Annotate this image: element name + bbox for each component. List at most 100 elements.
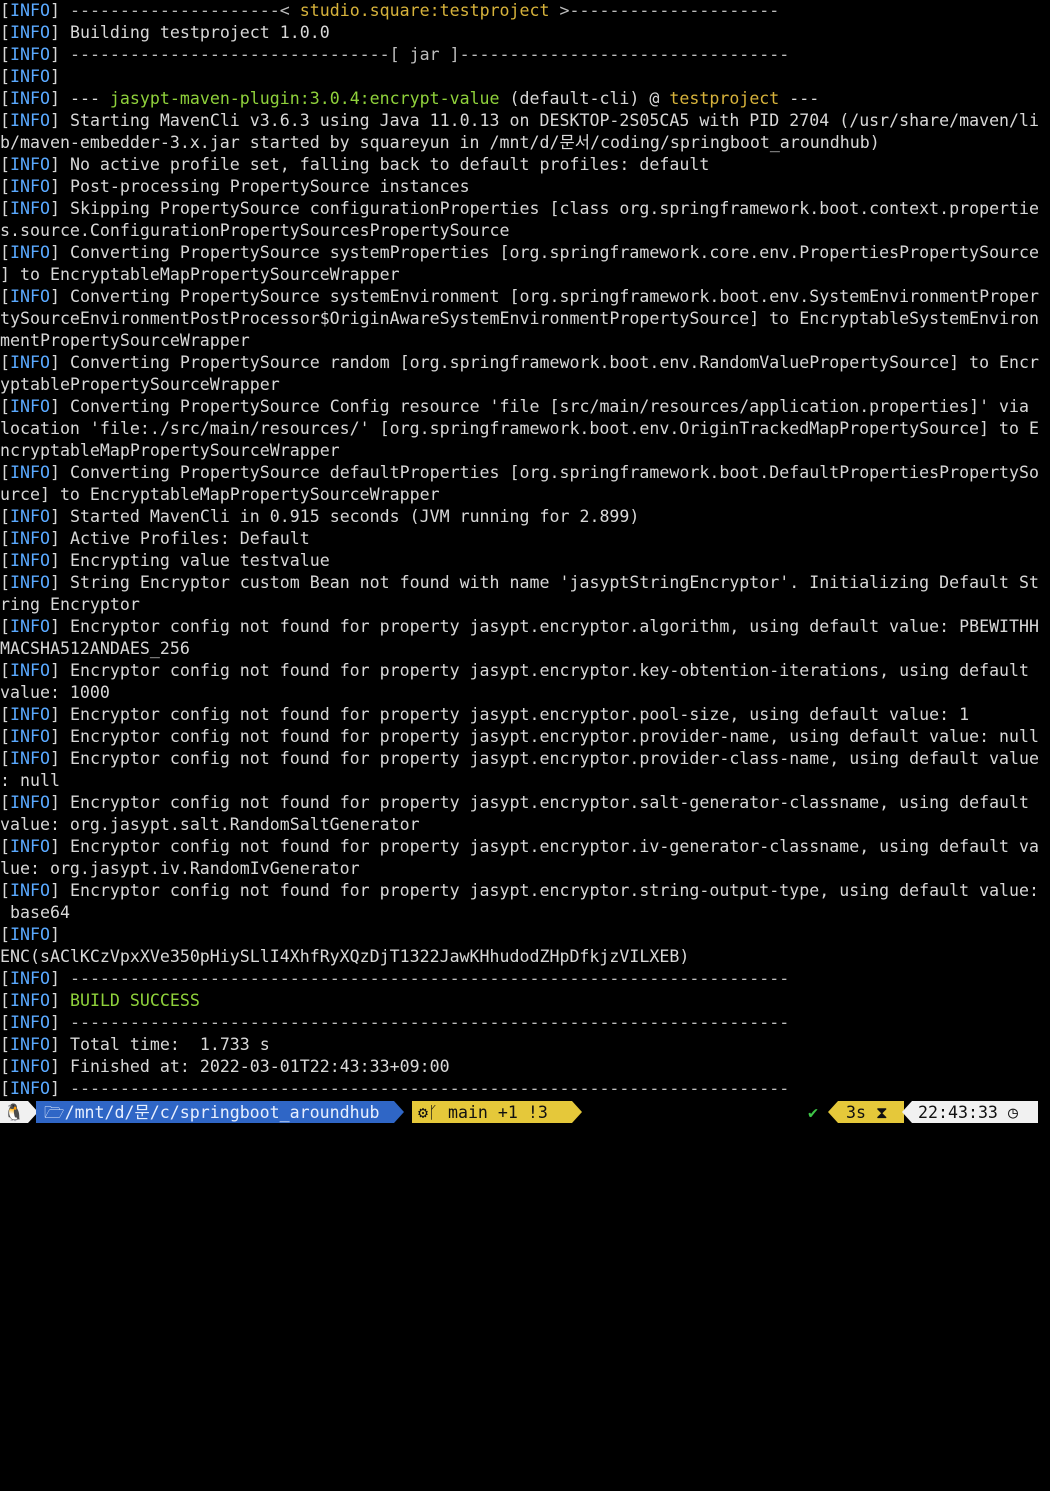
log-text: Active Profiles: Default [59,529,310,548]
log-level-info: [INFO] [0,397,60,416]
log-level-info: [INFO] [0,925,60,944]
log-level-info: [INFO] [0,1013,60,1032]
log-level-info: [INFO] [0,353,60,372]
terminal-line: [INFO] ---------------------------------… [0,1012,1050,1034]
terminal-line: [INFO] Encryptor config not found for pr… [0,660,1050,682]
log-level-info: [INFO] [0,551,60,570]
log-text: ncryptableMapPropertySourceWrapper [0,441,340,460]
log-text: ] to EncryptableMapPropertySourceWrapper [0,265,400,284]
log-text: BUILD SUCCESS [69,991,200,1010]
terminal-line: MACSHA512ANDAES_256 [0,638,1050,660]
log-level-info: [INFO] [0,89,60,108]
terminal-line: [INFO] Converting PropertySource default… [0,462,1050,484]
folder-icon: 🗁 [44,1102,65,1122]
terminal-line: ENC(sAClKCzVpxXVe350pHiySLlI4XhfRyXQzDjT… [0,946,1050,968]
log-level-info: [INFO] [0,837,60,856]
terminal-line: [INFO] Encryptor config not found for pr… [0,616,1050,638]
log-level-info: [INFO] [0,111,60,130]
log-text: Finished at: 2022-03-01T22:43:33+09:00 [59,1057,450,1076]
log-text: (default-cli) @ [499,89,670,108]
terminal-line: base64 [0,902,1050,924]
log-text: Encryptor config not found for property … [59,793,1030,812]
log-level-info: [INFO] [0,507,60,526]
terminal-line: [INFO] Finished at: 2022-03-01T22:43:33+… [0,1056,1050,1078]
log-text: Converting PropertySource systemProperti… [59,243,1040,262]
log-text: base64 [0,903,70,922]
git-branch-status: main +1 !3 [437,1102,548,1122]
terminal-line: mentPropertySourceWrapper [0,330,1050,352]
log-text: Encryptor config not found for property … [59,881,1040,900]
terminal-line: tySourceEnvironmentPostProcessor$OriginA… [0,308,1050,330]
terminal-line: b/maven-embedder-3.x.jar started by squa… [0,132,1050,154]
terminal-line: [INFO] Converting PropertySource systemP… [0,242,1050,264]
current-time: 22:43:33 ◷ [912,1101,1038,1123]
log-text: s.source.ConfigurationPropertySourcesPro… [0,221,510,240]
terminal-line: [INFO] Active Profiles: Default [0,528,1050,550]
separator-arrow-icon [828,1101,838,1123]
terminal-line: ] to EncryptableMapPropertySourceWrapper [0,264,1050,286]
terminal-line: [INFO] Started MavenCli in 0.915 seconds… [0,506,1050,528]
terminal-output[interactable]: [INFO] ---------------------< studio.squ… [0,0,1050,1100]
log-text: String Encryptor custom Bean not found w… [59,573,1040,592]
log-text: Encryptor config not found for property … [59,837,1040,856]
log-level-info: [INFO] [0,991,60,1010]
log-text: --- [59,89,110,108]
terminal-line: [INFO] [0,66,1050,88]
log-level-info: [INFO] [0,463,60,482]
log-text: Converting PropertySource random [org.sp… [59,353,1040,372]
log-level-info: [INFO] [0,243,60,262]
terminal-line: [INFO] Encryptor config not found for pr… [0,748,1050,770]
log-text: Post-processing PropertySource instances [59,177,470,196]
current-directory: 🗁 /mnt/d/문/c/springboot_aroundhub [36,1101,394,1123]
log-level-info: [INFO] [0,23,60,42]
terminal-line: urce] to EncryptableMapPropertySourceWra… [0,484,1050,506]
log-level-info: [INFO] [0,155,60,174]
terminal-line: [INFO] Converting PropertySource random … [0,352,1050,374]
terminal-line: [INFO] Encryptor config not found for pr… [0,880,1050,902]
terminal-line: ring Encryptor [0,594,1050,616]
log-level-info: [INFO] [0,1079,60,1098]
terminal-line: [INFO] Encrypting value testvalue [0,550,1050,572]
success-check-icon: ✔ [808,1102,818,1122]
terminal-line: [INFO] BUILD SUCCESS [0,990,1050,1012]
log-level-info: [INFO] [0,793,60,812]
terminal-line: yptablePropertySourceWrapper [0,374,1050,396]
log-text: urce] to EncryptableMapPropertySourceWra… [0,485,440,504]
log-text: --- [779,89,820,108]
log-text: Started MavenCli in 0.915 seconds (JVM r… [59,507,640,526]
log-level-info: [INFO] [0,67,60,86]
log-text: value: org.jasypt.salt.RandomSaltGenerat… [0,815,420,834]
git-branch-icon: ᚴ [428,1102,438,1122]
log-level-info: [INFO] [0,287,60,306]
log-text: b/maven-embedder-3.x.jar started by squa… [0,133,880,152]
log-text: lue: org.jasypt.iv.RandomIvGenerator [0,859,360,878]
git-repo-icon: ⚙ [418,1102,428,1122]
log-text: Starting MavenCli v3.6.3 using Java 11.0… [59,111,1040,130]
terminal-line: [INFO] String Encryptor custom Bean not … [0,572,1050,594]
terminal-line: lue: org.jasypt.iv.RandomIvGenerator [0,858,1050,880]
log-level-info: [INFO] [0,45,60,64]
log-text: Total time: 1.733 s [59,1035,270,1054]
terminal-line: [INFO] --- jasypt-maven-plugin:3.0.4:enc… [0,88,1050,110]
shell-prompt-bar: 🐧 🗁 /mnt/d/문/c/springboot_aroundhub ⚙ ᚴ … [0,1100,1050,1125]
separator-arrow-icon [394,1101,404,1123]
duration-value: 3s [846,1102,866,1122]
log-level-info: [INFO] [0,705,60,724]
log-text: ---------------------< [59,1,300,20]
terminal-line: [INFO] Encryptor config not found for pr… [0,704,1050,726]
log-text: ----------------------------------------… [59,1079,790,1098]
command-duration: 3s ⧗ [838,1101,904,1123]
terminal-line: [INFO] ---------------------< studio.squ… [0,0,1050,22]
log-text: Encryptor config not found for property … [59,661,1030,680]
log-text: Encryptor config not found for property … [59,617,1040,636]
log-level-info: [INFO] [0,727,60,746]
terminal-line: [INFO] Converting PropertySource Config … [0,396,1050,418]
log-level-info: [INFO] [0,969,60,988]
log-text: studio.square:testproject [299,1,550,20]
log-text: location 'file:./src/main/resources/' [o… [0,419,1039,438]
terminal-line: [INFO] Encryptor config not found for pr… [0,792,1050,814]
log-text: mentPropertySourceWrapper [0,331,250,350]
log-level-info: [INFO] [0,617,60,636]
log-level-info: [INFO] [0,573,60,592]
